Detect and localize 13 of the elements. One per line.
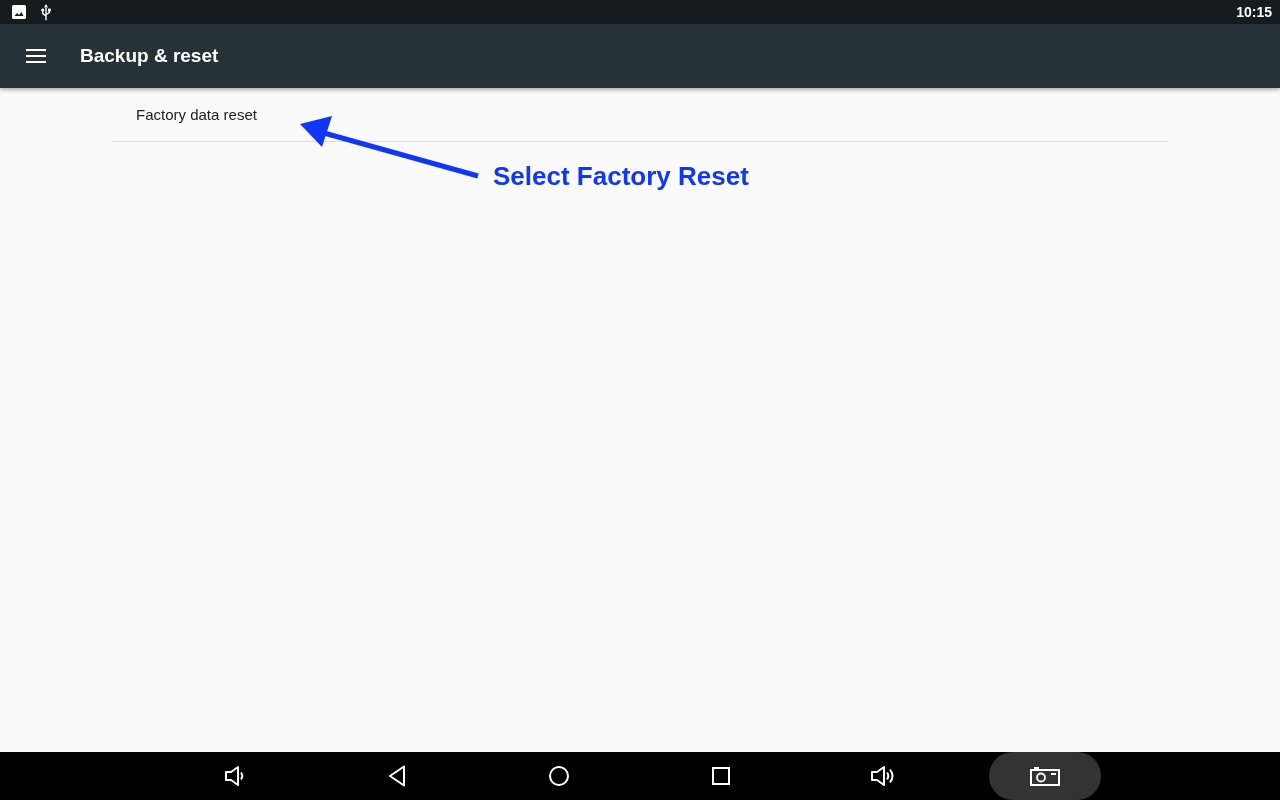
screenshot-button[interactable] [989,752,1101,800]
home-icon[interactable] [549,766,569,786]
menu-icon[interactable] [26,49,46,63]
camera-icon [1030,766,1060,786]
volume-up-icon[interactable] [871,765,895,787]
screen-title: Backup & reset [80,45,219,67]
volume-down-icon[interactable] [225,765,245,787]
image-icon [12,5,26,19]
usb-icon [41,3,51,21]
recent-apps-icon[interactable] [712,767,730,785]
clock-time: 10:15 [1236,4,1272,20]
annotation-label: Select Factory Reset [493,161,749,191]
back-icon[interactable] [388,765,406,787]
